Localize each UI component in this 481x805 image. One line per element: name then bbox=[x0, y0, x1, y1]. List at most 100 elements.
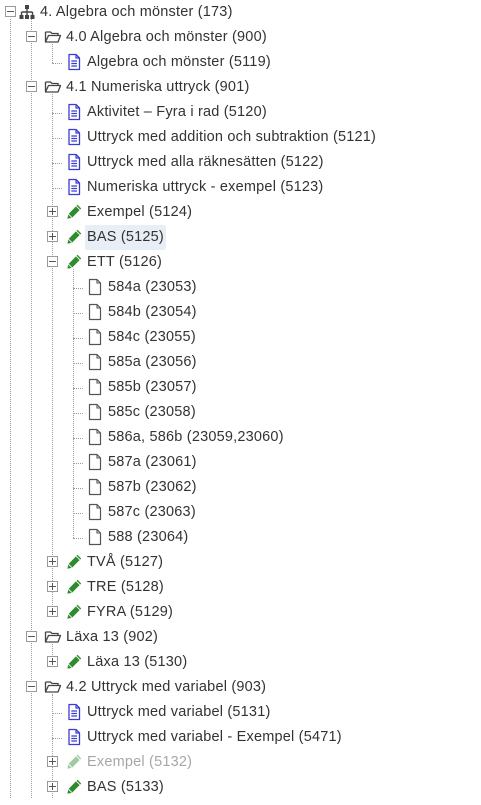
tree-node-label[interactable]: Uttryck med alla räknesätten (5122) bbox=[85, 150, 326, 175]
collapse-toggle-icon[interactable] bbox=[26, 31, 37, 42]
expand-toggle-icon[interactable] bbox=[47, 581, 58, 592]
tree-node-label[interactable]: Uttryck med addition och subtraktion (51… bbox=[85, 125, 378, 150]
tree-node[interactable]: 584c (23055) bbox=[0, 325, 481, 350]
tree-node[interactable]: Uttryck med variabel - Exempel (5471) bbox=[0, 725, 481, 750]
tree-node[interactable]: 587a (23061) bbox=[0, 450, 481, 475]
tree-node-label[interactable]: TRE (5128) bbox=[85, 575, 166, 600]
collapse-toggle-icon[interactable] bbox=[26, 81, 37, 92]
tree-node[interactable]: 586a, 586b (23059,23060) bbox=[0, 425, 481, 450]
expand-toggle-icon[interactable] bbox=[47, 606, 58, 617]
document-icon bbox=[65, 153, 83, 171]
pencil-icon bbox=[65, 228, 83, 246]
tree-node[interactable]: FYRA (5129) bbox=[0, 600, 481, 625]
tree-node-label[interactable]: 4.1 Numeriska uttryck (901) bbox=[64, 75, 252, 100]
tree-node[interactable]: ETT (5126) bbox=[0, 250, 481, 275]
sitemap-icon bbox=[18, 3, 36, 21]
tree-node[interactable]: BAS (5133) bbox=[0, 775, 481, 800]
tree-node[interactable]: Exempel (5124) bbox=[0, 200, 481, 225]
expand-toggle-icon[interactable] bbox=[47, 206, 58, 217]
tree-node[interactable]: TVÅ (5127) bbox=[0, 550, 481, 575]
tree-node[interactable]: 4.1 Numeriska uttryck (901) bbox=[0, 75, 481, 100]
tree-node[interactable]: 588 (23064) bbox=[0, 525, 481, 550]
tree-node[interactable]: Exempel (5132) bbox=[0, 750, 481, 775]
tree-node[interactable]: Aktivitet – Fyra i rad (5120) bbox=[0, 100, 481, 125]
collapse-toggle-icon[interactable] bbox=[26, 681, 37, 692]
tree-node-label[interactable]: BAS (5125) bbox=[85, 225, 166, 250]
document-icon bbox=[65, 53, 83, 71]
tree-node[interactable]: Uttryck med addition och subtraktion (51… bbox=[0, 125, 481, 150]
tree-node[interactable]: Uttryck med variabel (5131) bbox=[0, 700, 481, 725]
document-icon bbox=[65, 728, 83, 746]
tree-node[interactable]: Läxa 13 (902) bbox=[0, 625, 481, 650]
document-icon bbox=[65, 103, 83, 121]
expand-toggle-icon[interactable] bbox=[47, 556, 58, 567]
tree-node[interactable]: Numeriska uttryck - exempel (5123) bbox=[0, 175, 481, 200]
folder-open-icon bbox=[44, 28, 62, 46]
expand-toggle-icon[interactable] bbox=[47, 656, 58, 667]
tree-node[interactable]: BAS (5125) bbox=[0, 225, 481, 250]
tree-node-label[interactable]: 4.2 Uttryck med variabel (903) bbox=[64, 675, 268, 700]
pencil-icon bbox=[65, 553, 83, 571]
file-icon bbox=[86, 278, 104, 296]
tree-node-label[interactable]: FYRA (5129) bbox=[85, 600, 175, 625]
content-tree: 4. Algebra och mönster (173) 4.0 Algebra … bbox=[0, 0, 481, 798]
tree-node-label[interactable]: 584c (23055) bbox=[106, 325, 198, 350]
file-icon bbox=[86, 428, 104, 446]
tree-node-label[interactable]: 586a, 586b (23059,23060) bbox=[106, 425, 286, 450]
tree-node-label[interactable]: 587c (23063) bbox=[106, 500, 198, 525]
tree-node[interactable]: 584a (23053) bbox=[0, 275, 481, 300]
tree-node-label[interactable]: 585c (23058) bbox=[106, 400, 198, 425]
pencil-icon bbox=[65, 578, 83, 596]
tree-node-label[interactable]: Uttryck med variabel - Exempel (5471) bbox=[85, 725, 344, 750]
tree-node[interactable]: Uttryck med alla räknesätten (5122) bbox=[0, 150, 481, 175]
file-icon bbox=[86, 453, 104, 471]
tree-node-label[interactable]: 587b (23062) bbox=[106, 475, 199, 500]
tree-node[interactable]: 587b (23062) bbox=[0, 475, 481, 500]
tree-node-label[interactable]: Exempel (5124) bbox=[85, 200, 194, 225]
tree-node-label[interactable]: 585a (23056) bbox=[106, 350, 199, 375]
tree-node-label[interactable]: 4. Algebra och mönster (173) bbox=[38, 0, 235, 25]
tree-node[interactable]: 585b (23057) bbox=[0, 375, 481, 400]
tree-node-label[interactable]: Algebra och mönster (5119) bbox=[85, 50, 273, 75]
expand-toggle-icon[interactable] bbox=[47, 756, 58, 767]
tree-node[interactable]: 587c (23063) bbox=[0, 500, 481, 525]
tree-node-label[interactable]: Uttryck med variabel (5131) bbox=[85, 700, 273, 725]
expand-toggle-icon[interactable] bbox=[47, 231, 58, 242]
tree-node-label[interactable]: Numeriska uttryck - exempel (5123) bbox=[85, 175, 325, 200]
file-icon bbox=[86, 528, 104, 546]
tree-node-label[interactable]: Läxa 13 (902) bbox=[64, 625, 160, 650]
tree-node[interactable]: 585a (23056) bbox=[0, 350, 481, 375]
document-icon bbox=[65, 128, 83, 146]
tree-node-label[interactable]: BAS (5133) bbox=[85, 775, 166, 800]
tree-node[interactable]: 4.2 Uttryck med variabel (903) bbox=[0, 675, 481, 700]
tree-node-label[interactable]: Exempel (5132) bbox=[85, 750, 194, 775]
tree-node[interactable]: 584b (23054) bbox=[0, 300, 481, 325]
tree-node-label[interactable]: TVÅ (5127) bbox=[85, 550, 165, 575]
file-icon bbox=[86, 303, 104, 321]
tree-node-label[interactable]: 584b (23054) bbox=[106, 300, 199, 325]
tree-node-label[interactable]: 584a (23053) bbox=[106, 275, 199, 300]
tree-node[interactable]: Algebra och mönster (5119) bbox=[0, 50, 481, 75]
expand-toggle-icon[interactable] bbox=[47, 781, 58, 792]
collapse-toggle-icon[interactable] bbox=[26, 631, 37, 642]
tree-node-label[interactable]: Aktivitet – Fyra i rad (5120) bbox=[85, 100, 269, 125]
folder-open-icon bbox=[44, 628, 62, 646]
file-icon bbox=[86, 353, 104, 371]
collapse-toggle-icon[interactable] bbox=[5, 6, 16, 17]
file-icon bbox=[86, 478, 104, 496]
tree-node-label[interactable]: 587a (23061) bbox=[106, 450, 199, 475]
tree-node[interactable]: Läxa 13 (5130) bbox=[0, 650, 481, 675]
tree-node[interactable]: TRE (5128) bbox=[0, 575, 481, 600]
tree-node-label[interactable]: 588 (23064) bbox=[106, 525, 190, 550]
collapse-toggle-icon[interactable] bbox=[47, 256, 58, 267]
tree-node-label[interactable]: ETT (5126) bbox=[85, 250, 164, 275]
pencil-icon bbox=[65, 253, 83, 271]
tree-node[interactable]: 4.0 Algebra och mönster (900) bbox=[0, 25, 481, 50]
file-icon bbox=[86, 378, 104, 396]
tree-node[interactable]: 4. Algebra och mönster (173) bbox=[0, 0, 481, 25]
tree-node-label[interactable]: Läxa 13 (5130) bbox=[85, 650, 189, 675]
tree-node-label[interactable]: 585b (23057) bbox=[106, 375, 199, 400]
pencil-icon bbox=[65, 753, 83, 771]
tree-node-label[interactable]: 4.0 Algebra och mönster (900) bbox=[64, 25, 269, 50]
tree-node[interactable]: 585c (23058) bbox=[0, 400, 481, 425]
